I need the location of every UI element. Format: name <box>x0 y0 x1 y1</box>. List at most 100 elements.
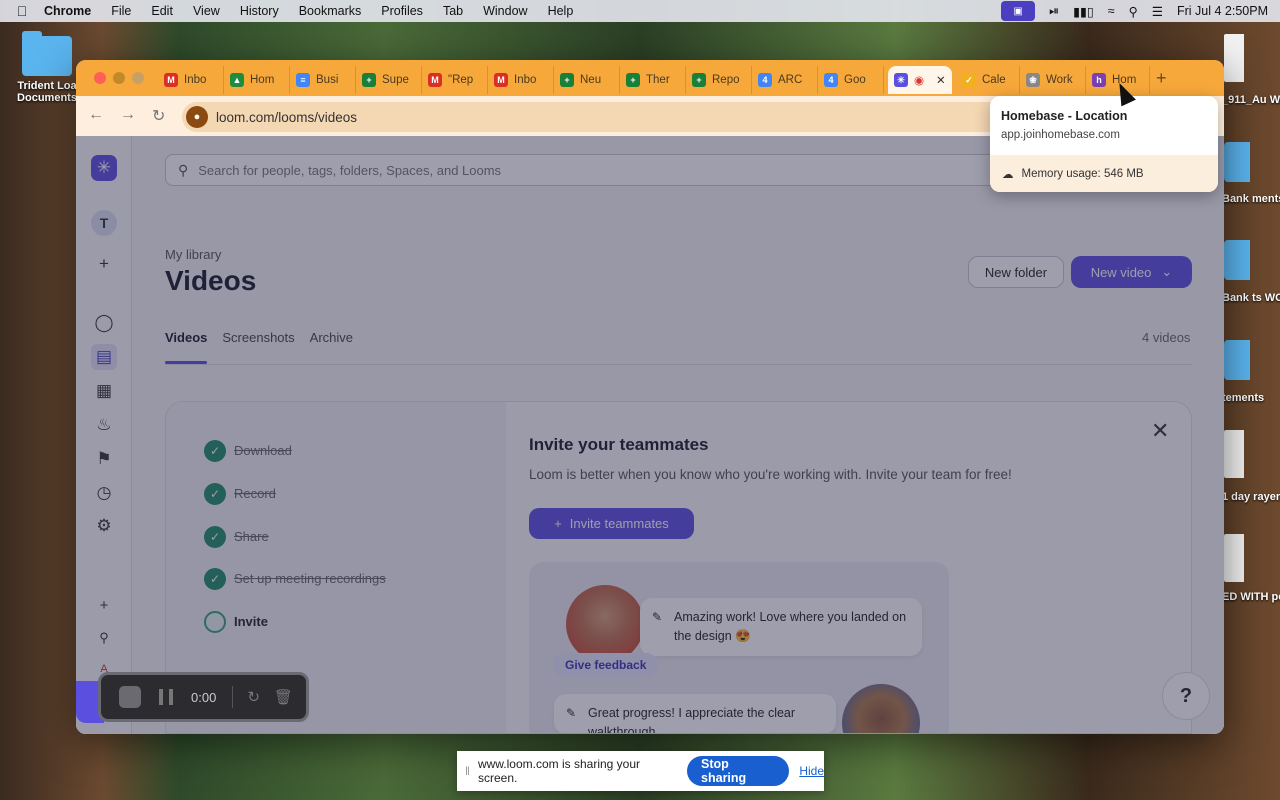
calendly-icon: ✓ <box>962 73 976 87</box>
stop-recording-button[interactable] <box>119 686 141 708</box>
browser-tab[interactable]: M Inbo <box>488 66 554 94</box>
dim-overlay <box>76 136 1224 734</box>
menu-view[interactable]: View <box>193 4 220 18</box>
tab-title: Busi <box>316 74 339 86</box>
address-bar[interactable]: ● loom.com/looms/videos <box>182 102 1032 132</box>
tab-title: Cale <box>982 74 1006 86</box>
mic-site-icon[interactable]: ● <box>186 106 208 128</box>
tab-title: Ther <box>646 74 670 86</box>
browser-tab[interactable]: + Repo <box>686 66 752 94</box>
battery-icon[interactable]: ▮▮▯ <box>1073 4 1094 19</box>
screen-share-bar: ‖ www.loom.com is sharing your screen. S… <box>457 751 824 791</box>
tab-hover-card: Homebase - Location app.joinhomebase.com… <box>990 96 1218 192</box>
menu-file[interactable]: File <box>111 4 131 18</box>
screen-record-status-icon[interactable]: ▣ <box>1001 1 1036 21</box>
url-text: loom.com/looms/videos <box>216 109 358 125</box>
tab-title: Neu <box>580 74 602 86</box>
apple-icon[interactable]:  <box>0 3 44 19</box>
hide-link[interactable]: Hide <box>799 764 824 778</box>
desktop-label: tements <box>1222 392 1265 404</box>
memory-usage-row: ☁ Memory usage: 546 MB <box>990 155 1218 192</box>
file-icon[interactable] <box>1224 430 1244 478</box>
menu-window[interactable]: Window <box>483 4 527 18</box>
desktop-folder-label: Trident Loa Documents <box>17 80 77 104</box>
browser-tab[interactable]: 4 ARC <box>752 66 818 94</box>
control-center-icon[interactable]: ☰ <box>1152 4 1163 19</box>
calendar-icon: 4 <box>824 73 838 87</box>
openai-icon: ❀ <box>1026 73 1040 87</box>
gmail-icon: M <box>494 73 508 87</box>
menu-bar:  Chrome File Edit View History Bookmark… <box>0 0 1280 22</box>
tab-title: Inbo <box>184 74 207 86</box>
browser-tab[interactable]: 4 Goo <box>818 66 884 94</box>
folder-icon[interactable] <box>1224 142 1250 182</box>
tab-title: Supe <box>382 74 409 86</box>
gmail-icon: M <box>164 73 178 87</box>
menubar-clock[interactable]: Fri Jul 4 2:50PM <box>1177 4 1268 18</box>
tab-title: ARC <box>778 74 803 86</box>
desktop-label: Bank ments <box>1222 193 1280 205</box>
recording-dot-icon: ◉ <box>914 75 925 87</box>
divider <box>232 686 234 708</box>
tab-title: Repo <box>712 74 740 86</box>
homebase-icon: h <box>1092 73 1106 87</box>
tab-title: Hom <box>250 74 275 86</box>
forward-button[interactable]: → <box>120 106 136 124</box>
stop-sharing-button[interactable]: Stop sharing <box>687 756 790 786</box>
hover-card-title: Homebase - Location <box>1001 109 1128 123</box>
reload-button[interactable]: ↻ <box>152 106 165 126</box>
folder-icon <box>22 31 72 76</box>
folder-icon[interactable] <box>1224 340 1250 380</box>
menu-bookmarks[interactable]: Bookmarks <box>299 4 362 18</box>
docs-icon: ≡ <box>296 73 310 87</box>
browser-tab[interactable]: M Inbo <box>158 66 224 94</box>
sheets-icon: + <box>626 73 640 87</box>
file-icon[interactable] <box>1224 534 1244 582</box>
desktop-label: ED WITH port.pdf <box>1222 591 1280 603</box>
browser-tab[interactable]: ❀ Work <box>1020 66 1086 94</box>
menu-app-name[interactable]: Chrome <box>44 4 91 18</box>
sheets-icon: + <box>362 73 376 87</box>
tab-title: "Rep <box>448 74 474 86</box>
share-message: www.loom.com is sharing your screen. <box>477 757 641 785</box>
browser-tab[interactable]: + Neu <box>554 66 620 94</box>
tab-title: Work <box>1046 74 1073 86</box>
menu-profiles[interactable]: Profiles <box>381 4 423 18</box>
file-icon[interactable] <box>1224 34 1244 82</box>
desktop-label: 1 day rayer.pdf <box>1222 491 1280 503</box>
menu-tab[interactable]: Tab <box>443 4 463 18</box>
browser-tab[interactable]: M "Rep <box>422 66 488 94</box>
browser-tab[interactable]: ✓ Cale <box>956 66 1020 94</box>
pause-button[interactable] <box>159 689 173 705</box>
zoom-window-button[interactable] <box>132 72 144 84</box>
trash-icon[interactable]: 🗑 <box>274 688 293 706</box>
tab-title: Inbo <box>514 74 537 86</box>
browser-tab[interactable]: ≡ Busi <box>290 66 356 94</box>
tab-close-icon[interactable]: ✕ <box>936 73 946 87</box>
new-tab-button[interactable]: + <box>1156 68 1167 89</box>
folder-icon[interactable] <box>1224 240 1250 280</box>
spotlight-search-icon[interactable]: ⚲ <box>1129 4 1138 19</box>
browser-tab-active[interactable]: ✳ ◉ ✕ <box>888 66 952 94</box>
browser-tab[interactable]: ▲ Hom <box>224 66 290 94</box>
menu-edit[interactable]: Edit <box>151 4 173 18</box>
back-button[interactable]: ← <box>88 106 104 124</box>
desktop-label: Bank ts WORD <box>1222 292 1280 304</box>
browser-tab[interactable]: + Supe <box>356 66 422 94</box>
tab-title: Goo <box>844 74 866 86</box>
loom-icon: ✳ <box>894 73 908 87</box>
close-window-button[interactable] <box>94 72 106 84</box>
play-icon[interactable]: ⏯ <box>1049 4 1059 19</box>
desktop-label: _911_Au WAV <box>1222 94 1280 106</box>
browser-tab[interactable]: + Ther <box>620 66 686 94</box>
restart-icon[interactable]: ↻ <box>247 688 260 706</box>
recording-timer: 0:00 <box>191 689 217 705</box>
memory-icon: ☁ <box>1002 168 1014 181</box>
menu-history[interactable]: History <box>240 4 279 18</box>
minimize-window-button[interactable] <box>113 72 125 84</box>
drag-handle-icon[interactable]: ‖ <box>465 764 470 778</box>
wifi-icon[interactable]: ≈ <box>1108 4 1115 18</box>
menu-help[interactable]: Help <box>548 4 574 18</box>
memory-usage-text: Memory usage: 546 MB <box>1021 167 1144 180</box>
hover-card-url: app.joinhomebase.com <box>1001 129 1120 141</box>
